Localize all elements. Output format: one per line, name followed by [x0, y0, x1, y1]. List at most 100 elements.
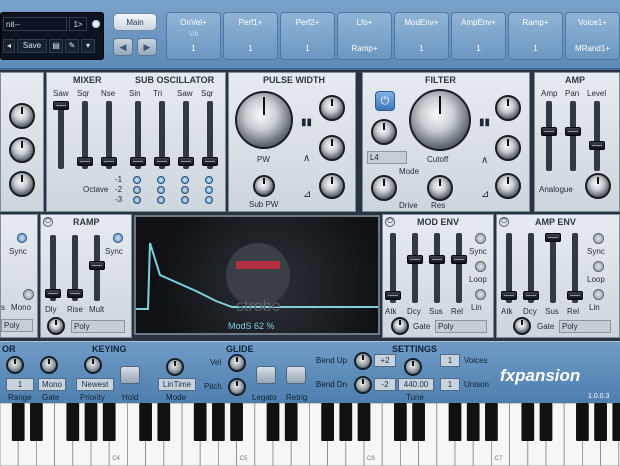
mod-slot-8[interactable]: Voice1+ MRand1+ — [565, 12, 620, 60]
preset-name-field[interactable]: nit-- — [3, 17, 67, 31]
mod-env-sync-led[interactable] — [475, 233, 486, 244]
amp-env-power-icon[interactable]: ⏻ — [499, 217, 509, 227]
black-key[interactable] — [266, 403, 280, 441]
amp-env-rel-slider[interactable] — [567, 233, 583, 303]
unison-field[interactable]: 1 — [440, 378, 460, 391]
black-key[interactable] — [394, 403, 407, 441]
mod-slot-5[interactable]: ModEnv+ 1 — [394, 12, 449, 60]
amp-pan-handle[interactable] — [565, 127, 581, 136]
pw-knob[interactable] — [235, 91, 293, 149]
mod-env-dcy-slider[interactable] — [407, 233, 423, 303]
save-button[interactable]: Save — [17, 39, 47, 53]
glide-vel-knob[interactable] — [228, 354, 246, 372]
osc-knob-3[interactable] — [9, 171, 35, 197]
main-button[interactable]: Main — [113, 13, 157, 31]
mod-env-atk-handle[interactable] — [385, 291, 401, 300]
filter-knob-left-top[interactable] — [371, 119, 397, 145]
sub-sin-handle[interactable] — [130, 157, 146, 166]
priority-field[interactable]: Newest — [76, 378, 114, 391]
wrench-icon[interactable]: ✎ — [65, 39, 79, 53]
filter-mod-knob-1[interactable] — [495, 95, 521, 121]
black-key[interactable] — [339, 403, 353, 441]
mod-env-gate-knob[interactable] — [391, 317, 409, 335]
mod-env-lin-led[interactable] — [475, 289, 486, 300]
ramp-knob[interactable] — [47, 317, 65, 335]
amp-env-atk-slider[interactable] — [501, 233, 517, 303]
octave-led-1-2[interactable] — [133, 186, 141, 194]
bend-down-knob[interactable] — [354, 376, 372, 394]
octave-led-4-1[interactable] — [205, 176, 213, 184]
amp-level-handle[interactable] — [589, 141, 605, 150]
octave-led-3-3[interactable] — [181, 196, 189, 204]
res-knob[interactable] — [427, 175, 453, 201]
copy-icon[interactable]: ▤ — [49, 39, 63, 53]
ramp-power-icon[interactable]: ⏻ — [43, 217, 53, 227]
mod-env-rel-handle[interactable] — [451, 255, 467, 264]
glide-pitch-knob[interactable] — [228, 378, 246, 396]
mixer-sqr-handle[interactable] — [77, 157, 93, 166]
mod-slot-4[interactable]: Lfo+ Ramp+ — [337, 12, 392, 60]
amp-env-sync-led[interactable] — [593, 233, 604, 244]
black-key[interactable] — [576, 403, 589, 441]
mixer-nse-slider[interactable] — [101, 101, 117, 169]
osc-knob-2[interactable] — [9, 137, 35, 163]
amp-pan-slider[interactable] — [565, 101, 581, 171]
save-arrow-icon[interactable]: ◂ — [3, 39, 15, 53]
octave-led-1-1[interactable] — [133, 176, 141, 184]
mod-env-poly-field[interactable]: Poly — [435, 320, 487, 333]
info-icon[interactable]: ▾ — [81, 39, 95, 53]
sub-sqr-slider[interactable] — [202, 101, 218, 169]
drive-knob[interactable] — [371, 175, 397, 201]
black-key[interactable] — [11, 403, 25, 441]
mod-slot-2[interactable]: Perf1+ 1 — [223, 12, 278, 60]
range-knob[interactable] — [6, 356, 24, 374]
bend-up-knob[interactable] — [354, 352, 372, 370]
octave-led-2-1[interactable] — [157, 176, 165, 184]
gate-knob[interactable] — [40, 356, 58, 374]
octave-led-4-3[interactable] — [205, 196, 213, 204]
mod-env-dcy-handle[interactable] — [407, 255, 423, 264]
black-key[interactable] — [139, 403, 152, 441]
mixer-saw-slider[interactable] — [53, 101, 69, 169]
octave-led-3-1[interactable] — [181, 176, 189, 184]
bend-up-field[interactable]: +2 — [374, 354, 396, 367]
voices-field[interactable]: 1 — [440, 354, 460, 367]
pw-mod-knob-2[interactable] — [319, 135, 345, 161]
nav-next-button[interactable]: ▶ — [137, 38, 157, 56]
amp-env-lin-led[interactable] — [593, 289, 604, 300]
amp-amp-slider[interactable] — [541, 101, 557, 171]
mod-slot-1[interactable]: OnVel+ Vib 1 — [166, 12, 221, 60]
pw-mod-knob-1[interactable] — [319, 95, 345, 121]
ramp-rise-handle[interactable] — [67, 289, 83, 298]
glide-mode-field[interactable]: LinTime — [158, 378, 196, 391]
gate-field[interactable]: Mono — [38, 378, 66, 391]
bend-down-field[interactable]: -2 — [374, 378, 396, 391]
amp-env-rel-handle[interactable] — [567, 291, 583, 300]
lfo-poly-field[interactable]: Poly — [1, 319, 33, 332]
black-key[interactable] — [284, 403, 298, 441]
lfo-sync-led[interactable] — [17, 233, 27, 243]
ramp-sync-led[interactable] — [113, 233, 123, 243]
amp-env-dcy-handle[interactable] — [523, 291, 539, 300]
mod-slot-7[interactable]: Ramp+ 1 — [508, 12, 563, 60]
mod-env-power-icon[interactable]: ⏻ — [385, 217, 395, 227]
filter-mode-field[interactable]: L4 — [367, 151, 407, 164]
black-key[interactable] — [30, 403, 43, 441]
glide-time-knob[interactable] — [166, 358, 184, 376]
ramp-dly-handle[interactable] — [45, 289, 61, 298]
black-key[interactable] — [594, 403, 607, 441]
amp-env-sus-handle[interactable] — [545, 233, 561, 242]
amp-env-sus-slider[interactable] — [545, 233, 561, 303]
octave-led-1-3[interactable] — [133, 196, 141, 204]
ramp-mult-handle[interactable] — [89, 261, 105, 270]
filter-mod-knob-3[interactable] — [495, 173, 521, 199]
black-key[interactable] — [612, 403, 620, 441]
amp-env-dcy-slider[interactable] — [523, 233, 539, 303]
ramp-dly-slider[interactable] — [45, 235, 61, 301]
ramp-mult-slider[interactable] — [89, 235, 105, 301]
ramp-rise-slider[interactable] — [67, 235, 83, 301]
ramp-poly-field[interactable]: Poly — [71, 320, 125, 333]
mod-slot-6[interactable]: AmpEnv+ 1 — [451, 12, 506, 60]
amp-env-atk-handle[interactable] — [501, 291, 517, 300]
mixer-nse-handle[interactable] — [101, 157, 117, 166]
